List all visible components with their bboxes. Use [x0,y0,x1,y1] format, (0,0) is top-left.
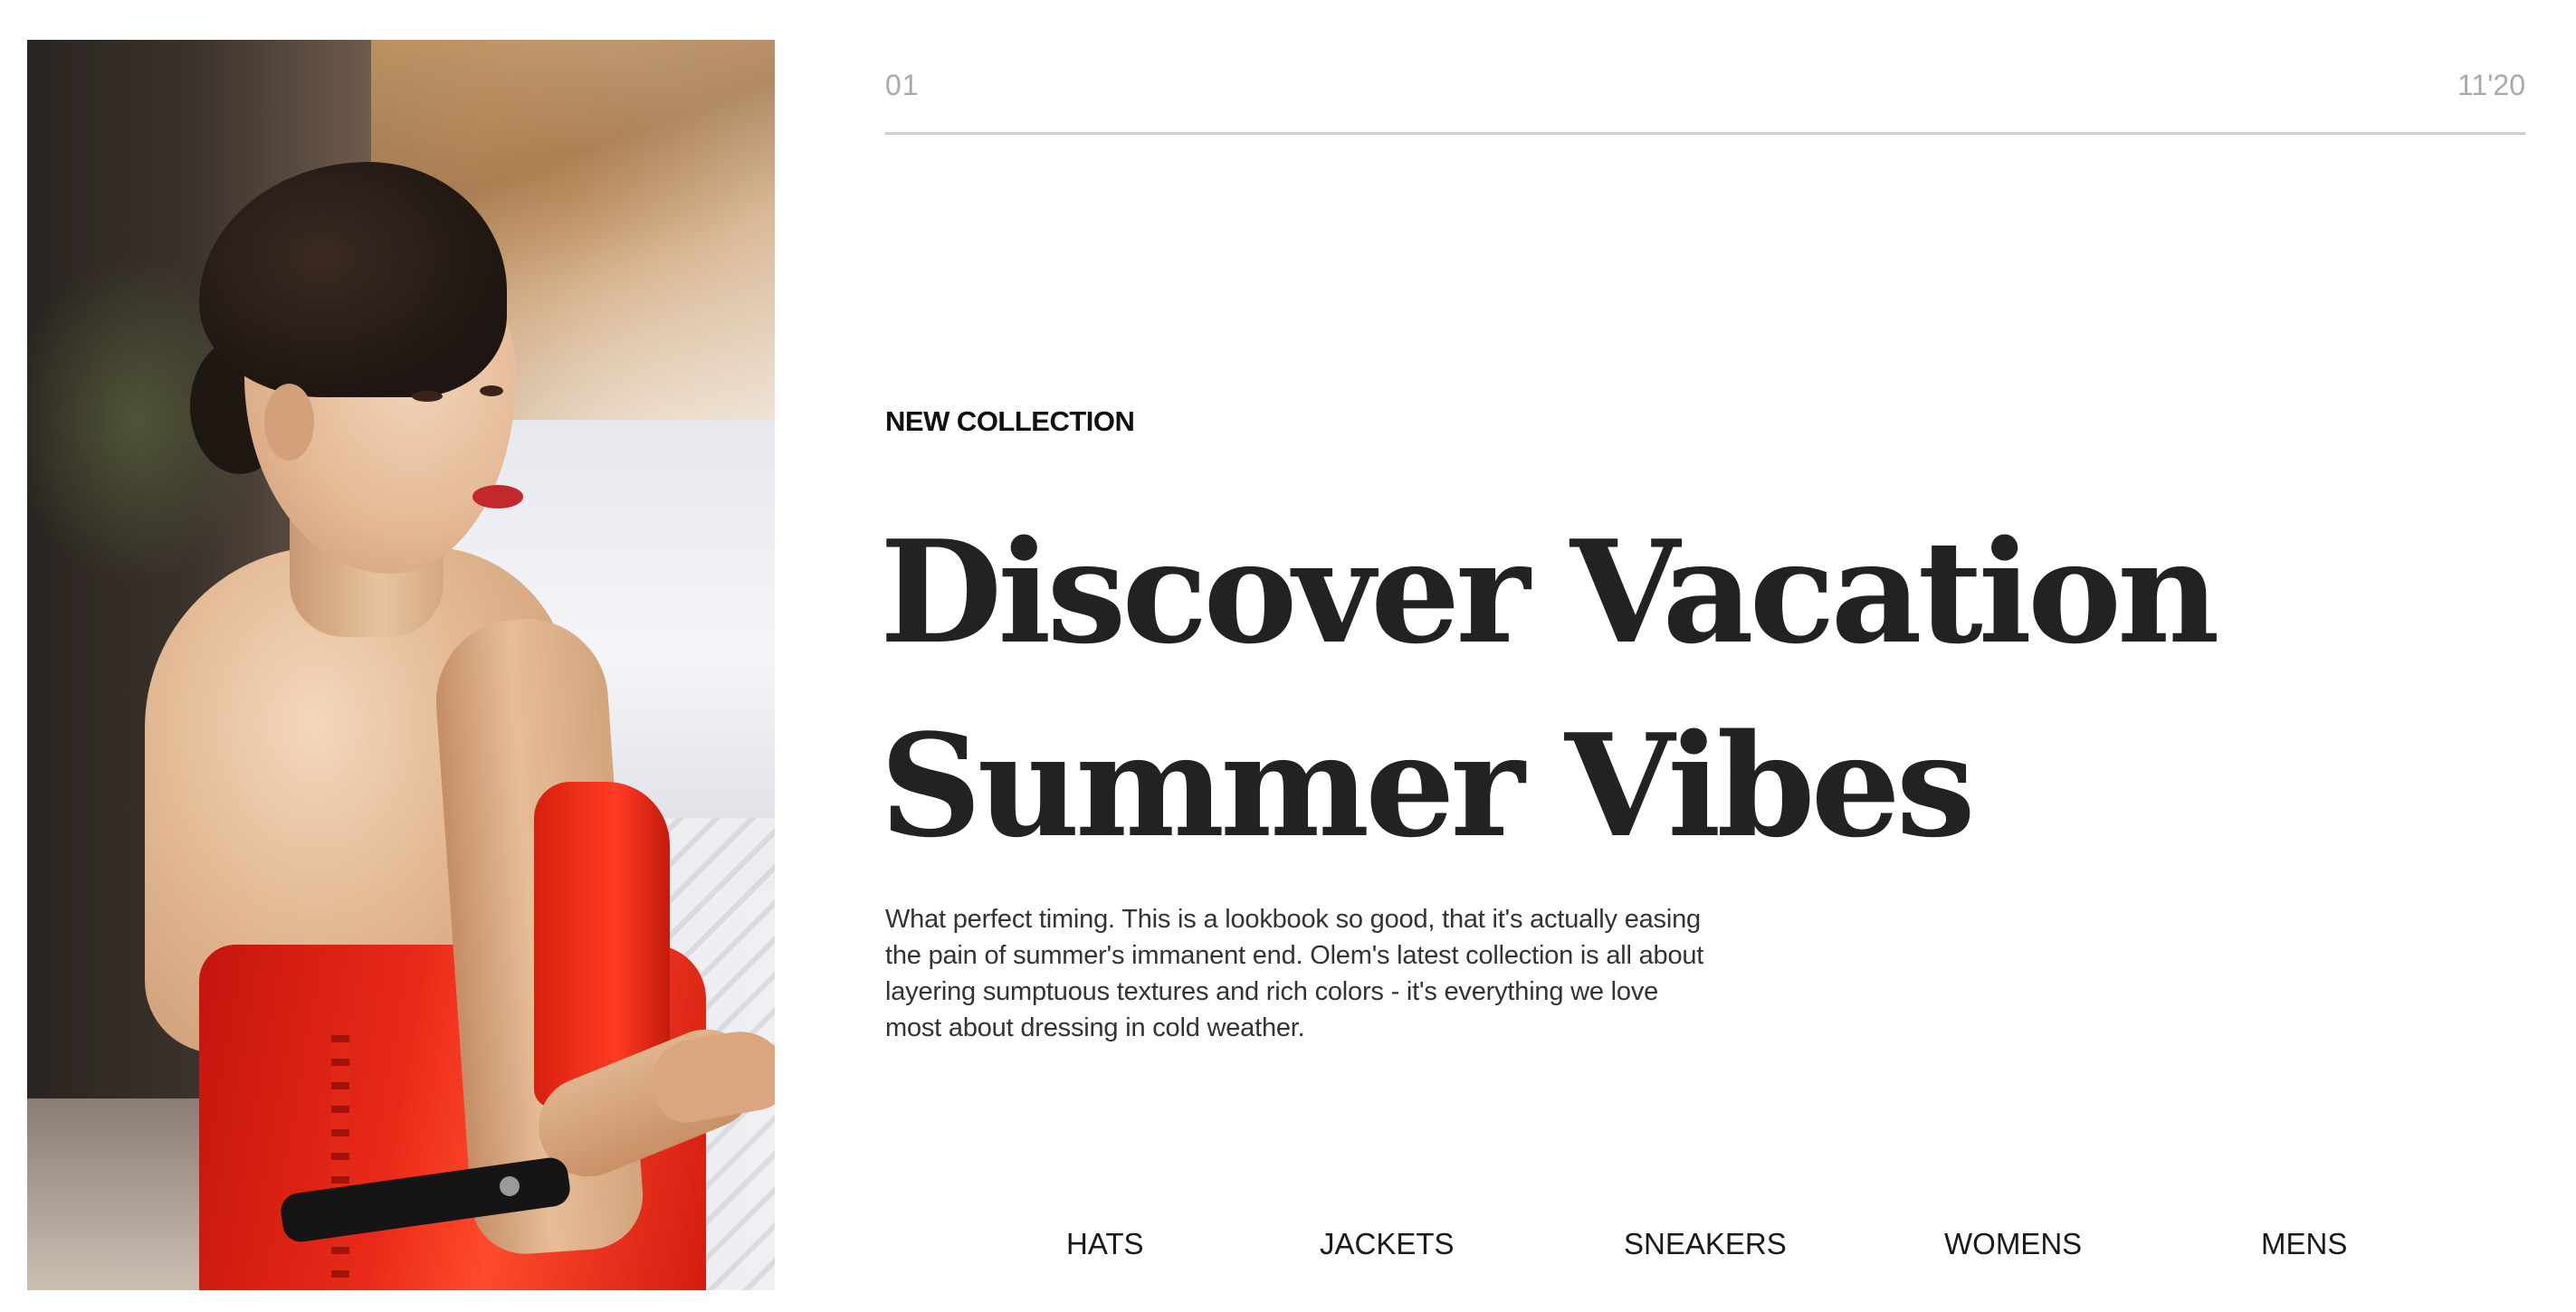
category-link-jackets[interactable]: JACKETS [1320,1227,1455,1261]
intro-paragraph: What perfect timing. This is a lookbook … [885,905,1704,1042]
eyebrow-label: NEW COLLECTION [885,405,1135,437]
model-eye [480,385,503,396]
model-lips [472,485,523,509]
page-title-line-2: Summer Vibes [880,703,1976,869]
header-divider [885,132,2525,135]
dress-lacing [331,1035,349,1288]
model-hair [199,162,507,397]
category-link-mens[interactable]: MENS [2261,1227,2347,1261]
category-nav: HATS JACKETS SNEAKERS WOMENS MENS [885,1227,2525,1270]
lookbook-page: 01 11'20 NEW COLLECTION Discover Vacatio… [0,0,2576,1312]
category-link-hats[interactable]: HATS [1066,1227,1144,1261]
issue-date: 11'20 [2457,69,2525,101]
hero-photo [27,40,775,1290]
category-link-sneakers[interactable]: SNEAKERS [1624,1227,1787,1261]
page-title: Discover Vacation Summer Vibes [880,496,2219,883]
slide-index: 01 [885,69,920,101]
model-ear [264,384,314,461]
belt-buckle [500,1176,520,1196]
category-link-womens[interactable]: WOMENS [1944,1227,2082,1261]
model-eye [412,391,443,402]
page-title-line-1: Discover Vacation [880,509,2219,675]
